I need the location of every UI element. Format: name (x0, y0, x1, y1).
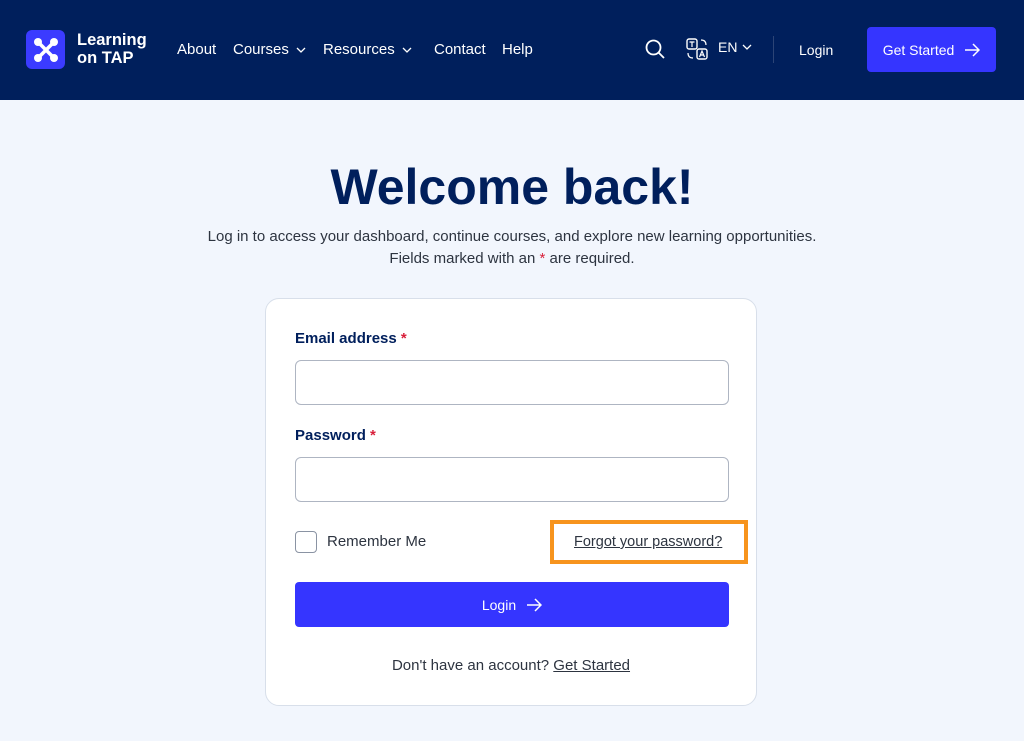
required-asterisk: * (539, 250, 546, 267)
arrow-right-icon (965, 42, 981, 57)
network-icon (33, 37, 58, 62)
search-icon[interactable] (644, 38, 666, 60)
page-title: Welcome back! (330, 159, 694, 215)
brand-logo-icon[interactable] (26, 30, 65, 69)
page-subtitle: Log in to access your dashboard, continu… (0, 226, 1024, 270)
required-asterisk: * (400, 330, 407, 347)
signup-prompt-text: Don't have an account? (391, 657, 550, 674)
site-header: Learning on TAP About Courses Resources … (0, 0, 1024, 100)
subtitle-line1: Log in to access your dashboard, continu… (207, 228, 817, 245)
nav-help-label: Help (502, 41, 533, 58)
nav-resources[interactable]: Resources (323, 40, 413, 60)
email-label-text: Email address (295, 330, 397, 347)
remember-me-label[interactable]: Remember Me (327, 533, 426, 550)
required-asterisk: * (370, 427, 376, 444)
signup-prompt: Don't have an account? Get Started (266, 657, 756, 674)
get-started-label: Get Started (882, 41, 955, 58)
brand-name[interactable]: Learning on TAP (77, 31, 167, 67)
arrow-right-icon (527, 597, 543, 612)
subtitle-line2-suffix: are required. (549, 250, 635, 267)
brand-line2: on TAP (77, 49, 134, 67)
remember-me-checkbox[interactable] (295, 531, 317, 553)
email-input[interactable] (295, 360, 729, 405)
password-label: Password * (295, 427, 376, 444)
forgot-password-link[interactable]: Forgot your password? (574, 534, 722, 550)
password-input[interactable] (295, 457, 729, 502)
nav-help[interactable]: Help (502, 40, 533, 60)
nav-resources-label: Resources (323, 41, 395, 58)
chevron-down-icon (296, 47, 306, 53)
chevron-down-icon (402, 47, 412, 53)
nav-contact-label: Contact (434, 41, 486, 58)
nav-courses[interactable]: Courses (233, 40, 307, 60)
header-divider (773, 36, 774, 63)
login-submit-button[interactable]: Login (295, 582, 729, 627)
password-label-text: Password (295, 427, 366, 444)
login-card: Email address * Password * Remember Me F… (265, 298, 757, 706)
translate-icon[interactable] (685, 37, 709, 61)
language-selector[interactable]: EN (718, 39, 753, 55)
nav-courses-label: Courses (233, 41, 289, 58)
get-started-button[interactable]: Get Started (867, 27, 996, 72)
brand-line1: Learning (77, 31, 147, 49)
signup-link[interactable]: Get Started (553, 657, 630, 674)
nav-contact[interactable]: Contact (434, 40, 486, 60)
email-label: Email address * (295, 330, 407, 347)
nav-about[interactable]: About (177, 40, 216, 60)
subtitle-line2: Fields marked with an * are required. (0, 248, 1024, 270)
subtitle-line2-prefix: Fields marked with an (389, 250, 536, 267)
login-submit-label: Login (481, 596, 517, 613)
chevron-down-icon (742, 44, 752, 50)
language-code: EN (718, 39, 738, 55)
header-login-link[interactable]: Login (799, 40, 833, 60)
nav-about-label: About (177, 41, 217, 58)
